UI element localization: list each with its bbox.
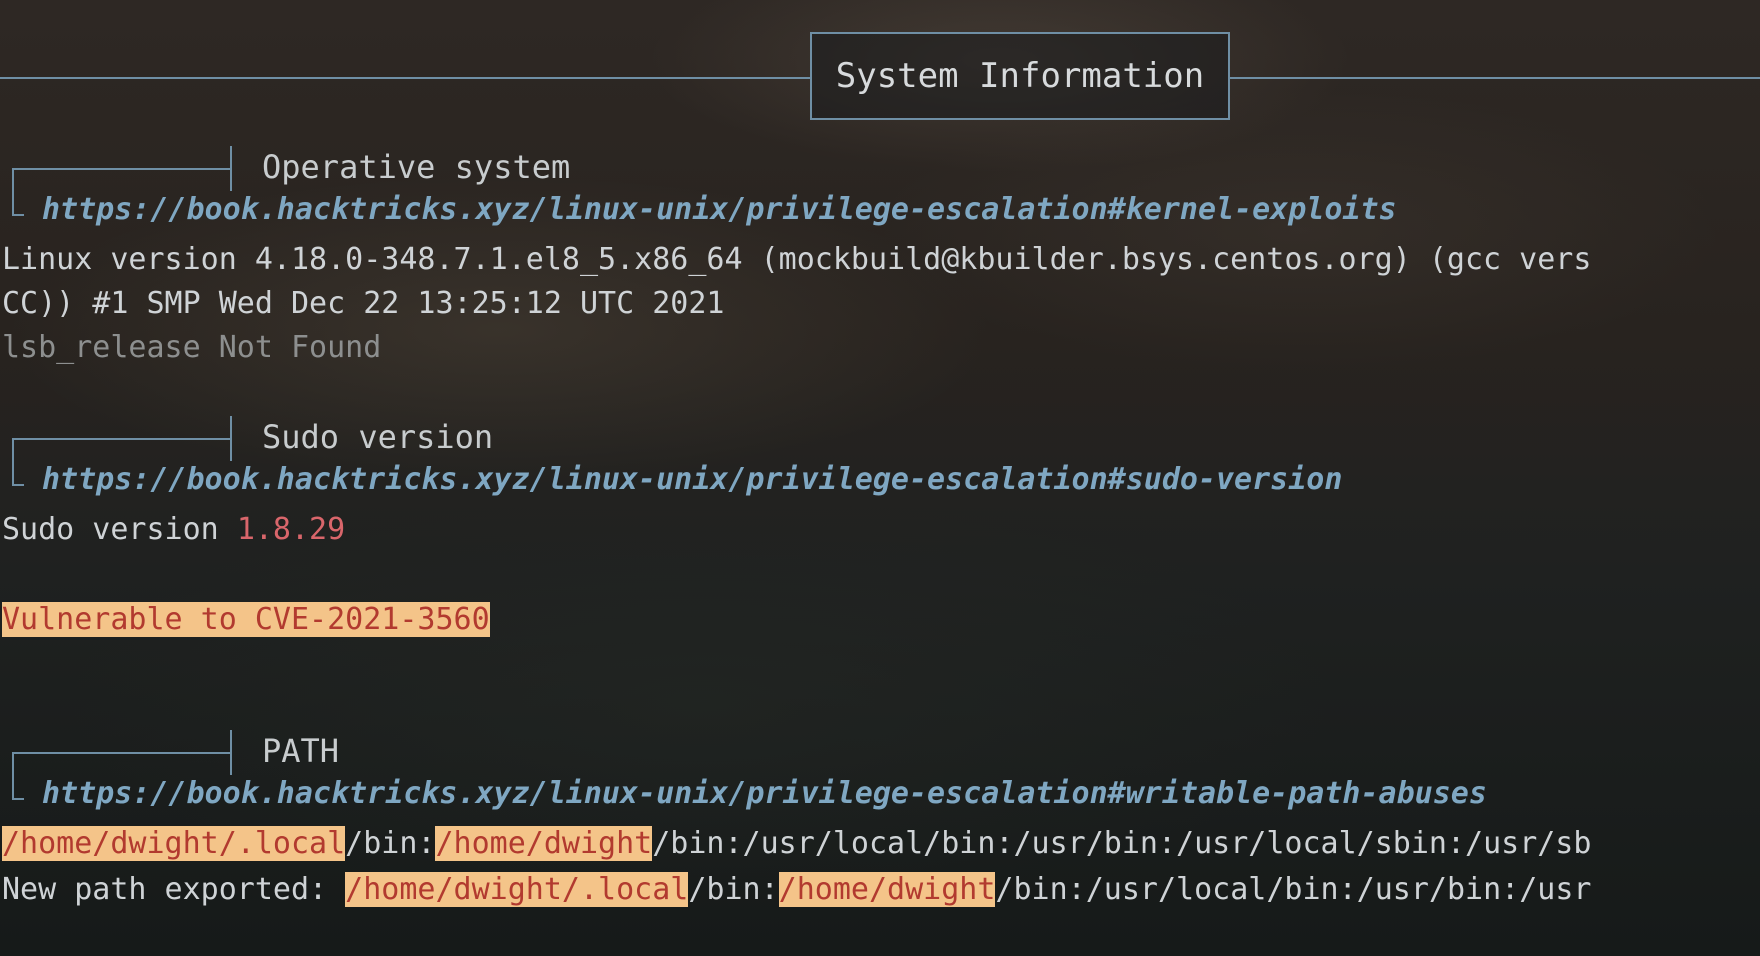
link-kernel-exploits[interactable]: https://book.hacktricks.xyz/linux-unix/p… [42,192,1397,227]
header-rule-left [0,77,810,79]
sudo-version-label: Sudo version [2,512,237,547]
vulnerability-badge: Vulnerable to CVE-2021-3560 [2,602,490,637]
link-writable-path-abuses[interactable]: https://book.hacktricks.xyz/linux-unix/p… [42,776,1487,811]
page-title: System Information [835,56,1205,96]
section-header-box: System Information [810,32,1230,120]
path-text-1: /bin: [345,826,436,861]
new-path-text-2: /bin:/usr/local/bin:/usr/bin:/usr [995,872,1592,907]
new-path-writable-dir-1: /home/dwight/.local [345,872,689,907]
sudo-version-value: 1.8.29 [236,512,346,547]
header-rule-right [1230,77,1760,79]
vulnerability-line: Vulnerable to CVE-2021-3560 [2,598,490,642]
new-path-text-1: /bin: [688,872,779,907]
new-path-writable-dir-2: /home/dwight [778,872,996,907]
path-text-2: /bin:/usr/local/bin:/usr/bin:/usr/local/… [652,826,1592,861]
new-path-line: New path exported: /home/dwight/.local/b… [2,868,1591,912]
section-title-path: PATH [262,732,340,770]
path-value-line: /home/dwight/.local/bin:/home/dwight/bin… [2,822,1591,866]
section-title-sudo: Sudo version [262,418,494,456]
kernel-version-line: Linux version 4.18.0-348.7.1.el8_5.x86_6… [2,242,1592,277]
lsb-release-line: lsb_release Not Found [2,330,382,365]
path-writable-dir-2: /home/dwight [435,826,653,861]
kernel-build-line: CC)) #1 SMP Wed Dec 22 13:25:12 UTC 2021 [2,286,725,321]
section-title-os: Operative system [262,148,571,186]
path-writable-dir-1: /home/dwight/.local [2,826,346,861]
new-path-prefix: New path exported: [2,872,346,907]
link-sudo-version[interactable]: https://book.hacktricks.xyz/linux-unix/p… [42,462,1342,497]
sudo-version-line: Sudo version 1.8.29 [2,508,345,552]
